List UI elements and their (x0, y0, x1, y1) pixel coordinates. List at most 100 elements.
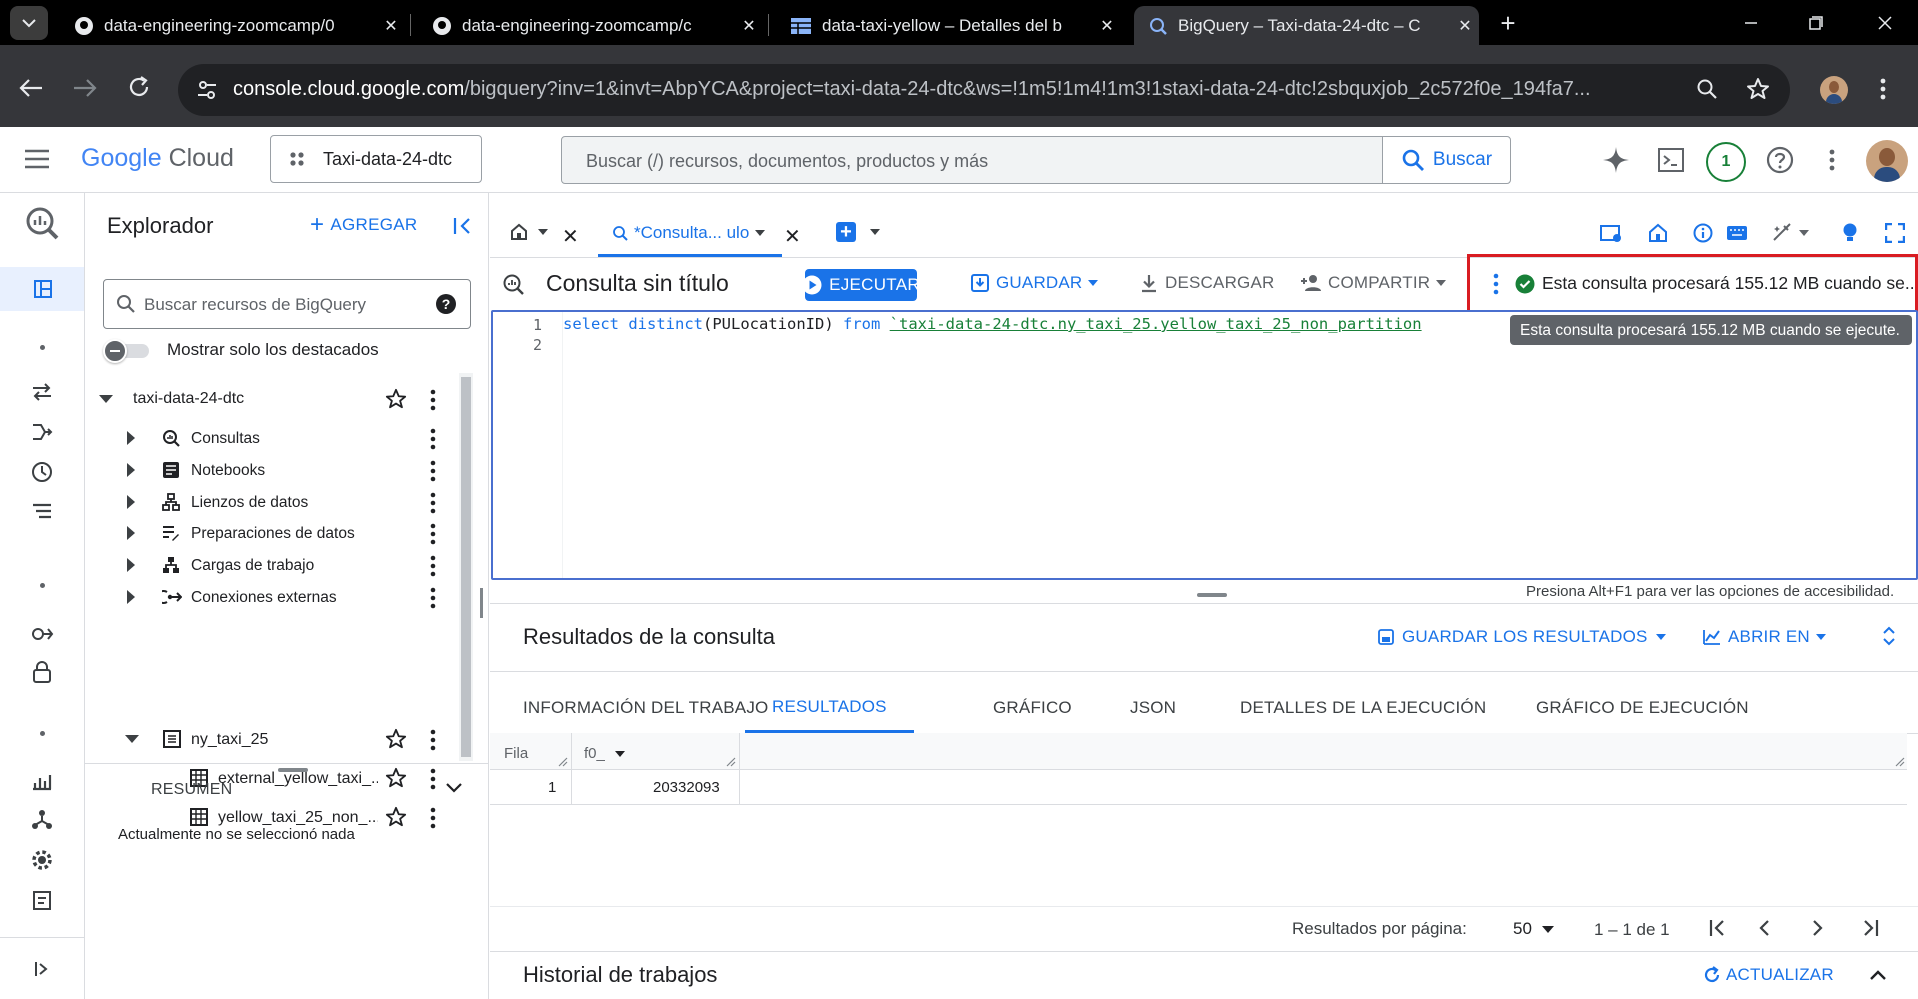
reload-button[interactable] (127, 75, 151, 99)
search-help-icon[interactable]: ? (436, 294, 456, 314)
column-resize-icon[interactable] (726, 757, 736, 767)
gemini-icon[interactable] (1602, 146, 1630, 174)
tips-icon[interactable] (1842, 223, 1858, 243)
close-icon[interactable]: ✕ (1451, 16, 1479, 36)
google-cloud-logo[interactable]: Google Cloud (81, 144, 234, 173)
editor-resize-handle[interactable] (1197, 593, 1227, 597)
address-bar[interactable]: console.cloud.google.com/bigquery?inv=1&… (178, 64, 1790, 116)
kebab-menu-icon[interactable] (421, 767, 445, 791)
new-tab-button[interactable]: + (1493, 8, 1523, 38)
share-button[interactable]: COMPARTIR (1300, 267, 1447, 299)
dataplex-icon[interactable] (28, 806, 56, 834)
query-tab-active[interactable]: *Consulta... ulo (598, 211, 782, 257)
tree-scrollbar[interactable] (459, 373, 473, 761)
add-data-button[interactable]: + AGREGAR (310, 213, 417, 237)
kebab-menu-icon[interactable] (421, 554, 445, 578)
kebab-menu-icon[interactable] (421, 491, 445, 515)
browser-tab-dataset[interactable]: data-taxi-yellow – Detalles del b ✕ (776, 6, 1121, 45)
project-picker[interactable]: Taxi-data-24-dtc (270, 135, 482, 183)
back-button[interactable] (18, 78, 44, 98)
run-button[interactable]: EJECUTAR (802, 269, 920, 301)
collapse-history-icon[interactable] (1870, 970, 1886, 980)
expand-nav-icon[interactable] (28, 955, 56, 983)
account-avatar[interactable] (1866, 140, 1908, 182)
expand-results-icon[interactable] (1882, 625, 1896, 647)
gemini-assist-icon[interactable] (1771, 223, 1809, 243)
policy-tags-icon[interactable] (28, 658, 56, 686)
star-icon[interactable] (385, 806, 407, 828)
bookmark-star-icon[interactable] (1746, 77, 1770, 101)
pipelines-icon[interactable] (28, 418, 56, 446)
job-explorer-icon[interactable] (28, 498, 56, 526)
minimize-button[interactable] (1736, 10, 1766, 36)
kebab-menu-icon[interactable] (421, 586, 445, 610)
tab-execution-graph[interactable]: GRÁFICO DE EJECUCIÓN (1536, 683, 1749, 733)
tree-table-row[interactable]: external_yellow_taxi_... (85, 759, 455, 798)
settings-icon[interactable] (28, 846, 56, 874)
first-page-icon[interactable] (1708, 917, 1728, 939)
collapse-panel-icon[interactable] (453, 217, 473, 235)
new-query-button[interactable]: + (836, 222, 880, 242)
restore-button[interactable] (1800, 10, 1830, 36)
save-button[interactable]: GUARDAR (970, 267, 1099, 299)
release-notes-icon[interactable] (28, 886, 56, 914)
help-icon[interactable] (1766, 146, 1794, 174)
tab-search-button[interactable] (10, 6, 48, 40)
starred-only-toggle[interactable]: Mostrar solo los destacados (103, 339, 379, 363)
star-icon[interactable] (385, 767, 407, 789)
open-in-button[interactable]: ABRIR EN (1702, 627, 1826, 647)
close-icon[interactable]: ✕ (1093, 16, 1121, 36)
kebab-menu-icon[interactable] (421, 459, 445, 483)
next-page-icon[interactable] (1810, 917, 1826, 939)
browser-tab-bigquery[interactable]: BigQuery – Taxi-data-24-dtc – C ✕ (1134, 6, 1479, 45)
star-icon[interactable] (385, 728, 407, 750)
column-resize-icon[interactable] (1895, 757, 1905, 767)
notifications-badge[interactable]: 1 (1706, 142, 1746, 182)
tab-chart[interactable]: GRÁFICO (993, 683, 1072, 733)
tab-json[interactable]: JSON (1130, 683, 1176, 733)
tree-project-row[interactable]: taxi-data-24-dtc (85, 380, 455, 419)
save-results-button[interactable]: GUARDAR LOS RESULTADOS (1378, 627, 1666, 647)
close-query-tab-icon[interactable]: ✕ (784, 224, 801, 249)
query-settings-icon[interactable] (1600, 225, 1622, 243)
close-window-button[interactable] (1870, 10, 1900, 36)
tree-dataset-row[interactable]: ny_taxi_25 (85, 720, 455, 759)
site-info-icon[interactable] (196, 79, 218, 101)
zoom-icon[interactable] (1696, 78, 1718, 100)
schedule-icon[interactable] (1648, 223, 1668, 243)
browser-tab-github-2[interactable]: data-engineering-zoomcamp/c ✕ (418, 6, 763, 45)
sql-editor[interactable]: 1 2 select distinct(PULocationID) from `… (491, 310, 1918, 580)
kebab-menu-icon[interactable] (421, 728, 445, 752)
column-header-f0[interactable]: f0_ (584, 745, 625, 762)
kebab-menu-icon[interactable] (421, 427, 445, 451)
keyboard-shortcuts-icon[interactable] (1726, 225, 1748, 241)
studio-nav-active[interactable] (0, 267, 84, 311)
transfers-icon[interactable] (28, 378, 56, 406)
close-home-tab-icon[interactable]: ✕ (562, 224, 579, 249)
main-menu-icon[interactable] (24, 149, 50, 169)
explorer-search-input[interactable]: Buscar recursos de BigQuery ? (103, 279, 471, 329)
prev-page-icon[interactable] (1756, 917, 1772, 939)
kebab-menu-icon[interactable] (421, 806, 445, 830)
close-icon[interactable]: ✕ (377, 16, 405, 36)
fullscreen-icon[interactable] (1885, 223, 1905, 243)
kebab-menu-icon[interactable] (421, 522, 445, 546)
cloud-shell-icon[interactable] (1658, 148, 1684, 172)
last-page-icon[interactable] (1860, 917, 1880, 939)
search-button[interactable]: Buscar (1382, 137, 1510, 183)
close-icon[interactable]: ✕ (735, 16, 763, 36)
browser-menu-icon[interactable] (1880, 77, 1886, 101)
bigquery-logo-icon[interactable] (24, 205, 60, 241)
analytics-hub-icon[interactable] (28, 620, 56, 648)
browser-tab-github-1[interactable]: data-engineering-zoomcamp/0 ✕ (60, 6, 405, 45)
tab-execution-details[interactable]: DETALLES DE LA EJECUCIÓN (1240, 683, 1486, 733)
global-search-field[interactable]: Buscar (/) recursos, documentos, product… (561, 136, 1511, 184)
more-options-icon[interactable] (1829, 148, 1835, 172)
collapse-summary-icon[interactable] (446, 783, 462, 793)
monitoring-icon[interactable] (28, 768, 56, 796)
validation-status[interactable]: Esta consulta procesará 155.12 MB cuando… (1515, 273, 1915, 294)
forward-button[interactable] (72, 78, 98, 98)
download-button[interactable]: DESCARGAR (1139, 267, 1275, 299)
panel-resize-handle[interactable] (480, 588, 483, 618)
info-icon[interactable] (1693, 223, 1713, 243)
